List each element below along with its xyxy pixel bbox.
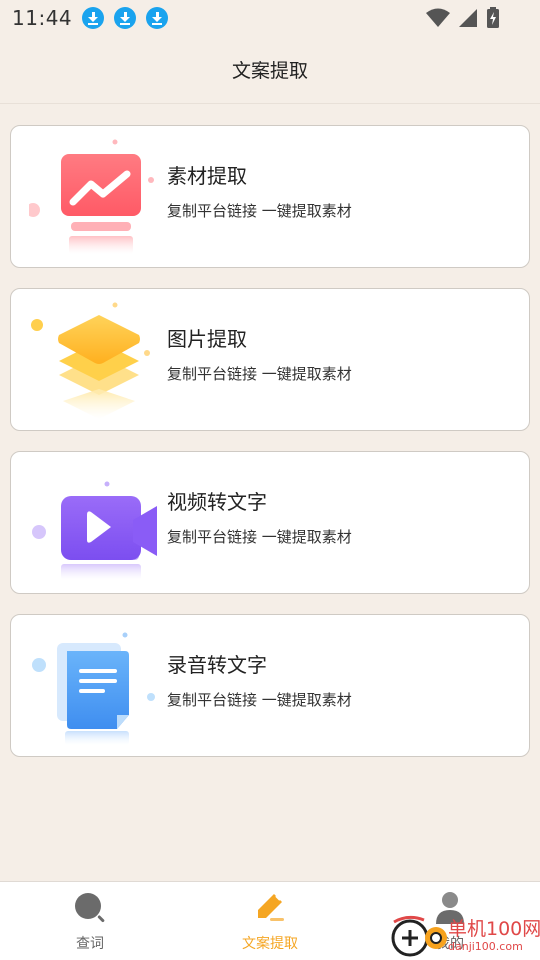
status-indicators: [426, 7, 500, 29]
card-title: 素材提取: [167, 164, 247, 188]
card-title: 图片提取: [167, 327, 247, 351]
watermark-plus-icon: [391, 915, 447, 957]
card-subtitle: 复制平台链接 一键提取素材: [167, 365, 352, 383]
card-subtitle: 复制平台链接 一键提取素材: [167, 691, 352, 709]
download-icon: [82, 7, 105, 29]
document-icon: [32, 632, 155, 745]
card-material-extract[interactable]: 素材提取 复制平台链接 一键提取素材: [10, 125, 530, 268]
battery-icon: [487, 7, 499, 28]
nav-label: 文案提取: [242, 936, 298, 952]
card-audio-to-text[interactable]: 录音转文字 复制平台链接 一键提取素材: [10, 614, 530, 757]
search-icon: [75, 893, 105, 923]
layers-icon: [31, 302, 150, 419]
card-video-to-text[interactable]: 视频转文字 复制平台链接 一键提取素材: [10, 451, 530, 594]
download-icon: [146, 7, 169, 29]
watermark-logo: 单机100网 danji100.com: [388, 914, 540, 960]
watermark-url: danji100.com: [448, 940, 523, 953]
nav-label: 查词: [76, 936, 104, 952]
app-header: 文案提取: [0, 36, 540, 104]
chart-screen-icon: [29, 139, 154, 254]
card-subtitle: 复制平台链接 一键提取素材: [167, 202, 352, 220]
watermark-text: 单机100网: [448, 918, 540, 940]
card-title: 视频转文字: [167, 490, 267, 514]
card-subtitle: 复制平台链接 一键提取素材: [167, 528, 352, 546]
signal-icon: [459, 9, 477, 27]
card-title: 录音转文字: [167, 653, 267, 677]
status-time: 11:44: [12, 6, 73, 30]
status-bar: 11:44: [0, 0, 540, 36]
nav-item-search-words[interactable]: 查词: [0, 882, 180, 960]
wifi-icon: [426, 8, 450, 27]
video-camera-icon: [32, 481, 157, 580]
nav-item-copy-extract[interactable]: 文案提取: [180, 882, 360, 960]
page-title: 文案提取: [231, 60, 308, 82]
card-image-extract[interactable]: 图片提取 复制平台链接 一键提取素材: [10, 288, 530, 431]
pen-icon: [258, 894, 284, 921]
download-icon: [114, 7, 137, 29]
